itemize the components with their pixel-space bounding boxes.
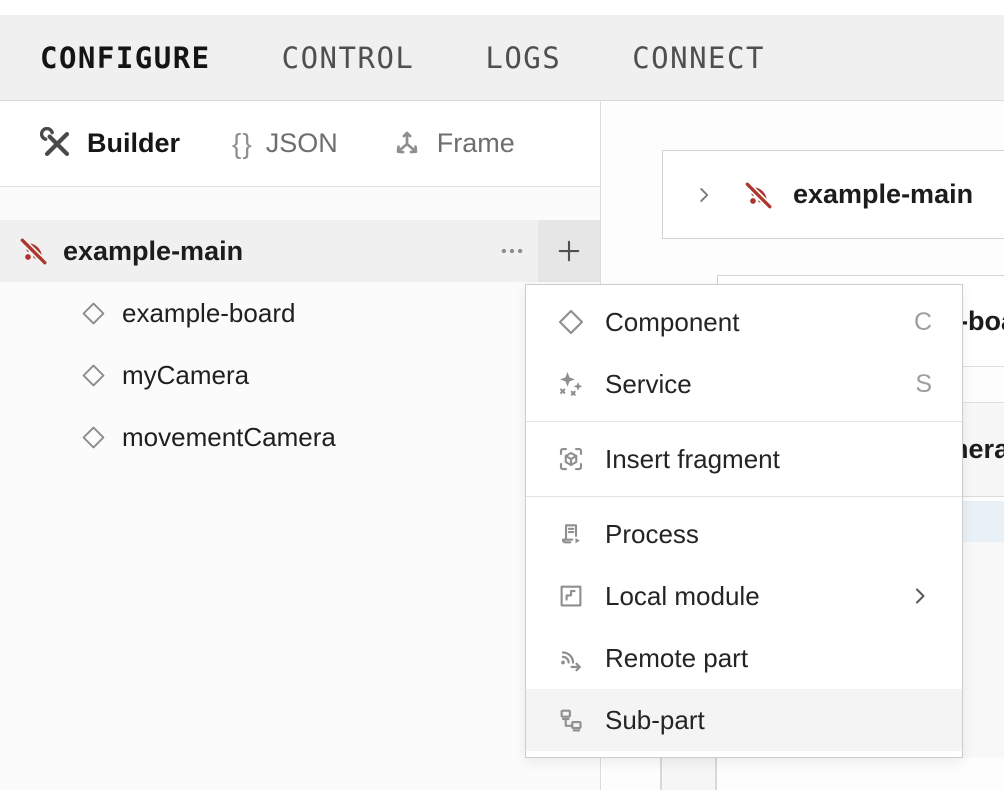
process-icon [556, 519, 586, 549]
menu-section: Component C Service S [526, 285, 962, 421]
machine-offline-icon [16, 233, 52, 269]
menu-item-process[interactable]: Process [526, 503, 962, 565]
tools-icon [40, 127, 74, 161]
tree-row-movementcamera[interactable]: movementCamera [0, 406, 600, 468]
tree-machine-label: example-main [63, 236, 243, 267]
component-diamond-icon [556, 307, 586, 337]
menu-item-sub-part[interactable]: Sub-part [526, 689, 962, 751]
shortcut-hint: C [914, 308, 932, 337]
tree-child-label: movementCamera [122, 422, 336, 453]
menu-item-label: Insert fragment [605, 444, 932, 475]
component-diamond-icon [80, 362, 107, 389]
machine-tree: example-main example-board myCamera move… [0, 220, 600, 468]
tab-json[interactable]: {} JSON [232, 128, 338, 160]
tree-row-example-board[interactable]: example-board [0, 282, 600, 344]
menu-item-label: Service [605, 369, 915, 400]
add-resource-menu: Component C Service S Insert fragment Pr… [525, 284, 963, 758]
menu-item-remote-part[interactable]: Remote part [526, 627, 962, 689]
card-fragment-band [662, 758, 715, 790]
component-diamond-icon [80, 300, 107, 327]
axes-icon [390, 127, 424, 161]
tree-row-example-main[interactable]: example-main [0, 220, 600, 282]
tree-child-label: example-board [122, 298, 295, 329]
nav-tab-logs[interactable]: LOGS [485, 41, 561, 75]
view-mode-toolbar: Builder {} JSON Frame [0, 101, 600, 187]
menu-item-label: Local module [605, 581, 908, 612]
menu-item-label: Sub-part [605, 705, 932, 736]
shortcut-hint: S [915, 370, 932, 399]
nav-tab-configure[interactable]: CONFIGURE [40, 41, 211, 75]
machine-card-example-main[interactable]: example-main [662, 150, 1004, 239]
card-edge-line [715, 758, 717, 790]
add-resource-button[interactable] [538, 220, 600, 282]
more-options-button[interactable] [486, 220, 538, 282]
chevron-right-icon[interactable] [693, 184, 715, 206]
menu-item-label: Process [605, 519, 932, 550]
braces-icon: {} [232, 128, 253, 160]
menu-section: Process Local module Remote part Sub-par… [526, 497, 962, 757]
tree-row-mycamera[interactable]: myCamera [0, 344, 600, 406]
menu-item-service[interactable]: Service S [526, 353, 962, 415]
menu-item-label: Component [605, 307, 914, 338]
service-sparkles-icon [556, 369, 586, 399]
menu-item-insert-fragment[interactable]: Insert fragment [526, 428, 962, 490]
component-diamond-icon [80, 424, 107, 451]
tab-json-label: JSON [266, 128, 338, 159]
menu-item-local-module[interactable]: Local module [526, 565, 962, 627]
menu-section: Insert fragment [526, 422, 962, 496]
tab-frame[interactable]: Frame [390, 127, 515, 161]
tab-frame-label: Frame [437, 128, 515, 159]
local-module-icon [556, 581, 586, 611]
tab-builder-label: Builder [87, 128, 180, 159]
sub-part-icon [556, 705, 586, 735]
nav-tab-connect[interactable]: CONNECT [632, 41, 765, 75]
nav-tab-control[interactable]: CONTROL [282, 41, 415, 75]
fragment-cube-icon [556, 444, 586, 474]
submenu-chevron-icon [908, 584, 932, 608]
menu-item-component[interactable]: Component C [526, 291, 962, 353]
menu-item-label: Remote part [605, 643, 932, 674]
builder-side-panel: Builder {} JSON Frame example-main examp… [0, 101, 601, 790]
machine-card-title: example-main [793, 179, 973, 210]
tree-child-label: myCamera [122, 360, 249, 391]
remote-part-icon [556, 643, 586, 673]
tab-builder[interactable]: Builder [40, 127, 180, 161]
top-nav-bar: CONFIGURE CONTROL LOGS CONNECT [0, 15, 1004, 101]
machine-offline-icon [741, 177, 777, 213]
card-edge-line [660, 758, 662, 790]
